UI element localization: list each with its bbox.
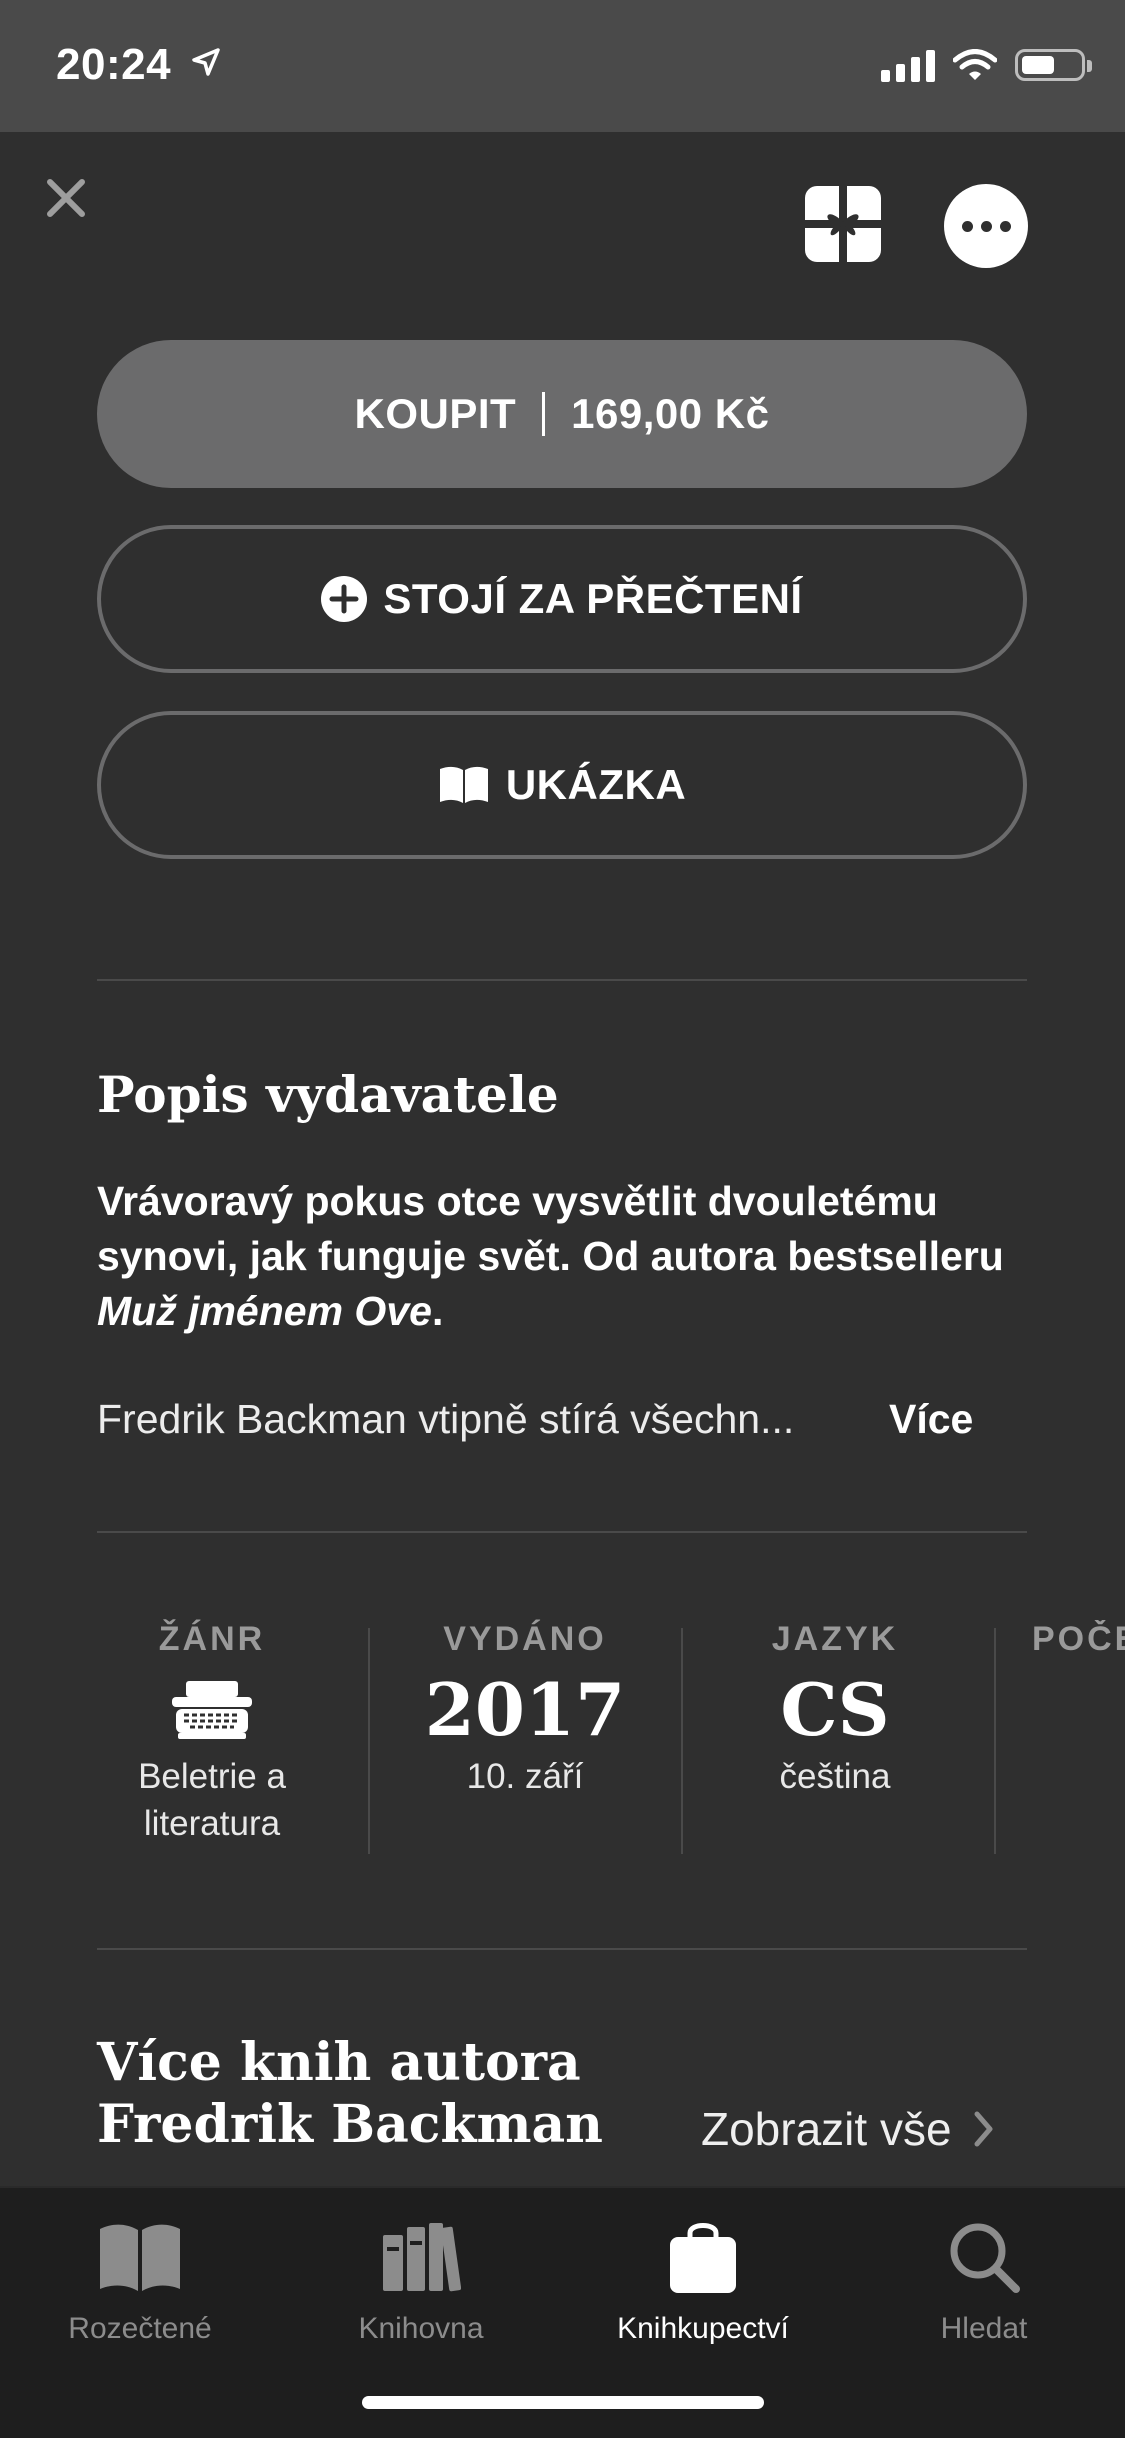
open-book-icon [20,2212,260,2302]
info-separator [994,1628,996,1854]
book-icon [438,765,490,805]
publisher-excerpt: Fredrik Backman vtipně stírá všechn... [97,1396,795,1442]
plus-circle-icon [321,576,368,622]
cellular-signal-icon [881,48,935,82]
summary-text: Vrávoravý pokus otce vysvětlit dvouletém… [97,1178,1004,1279]
info-pages: POČE [1032,1620,1125,1659]
info-released: VYDÁNO 2017 10. září [420,1620,630,1800]
genre-label: ŽÁNR [158,1620,266,1658]
buy-price: 169,00 Kč [571,390,770,437]
more-link[interactable]: Více [889,1396,973,1443]
released-year: 2017 [424,1667,626,1752]
wifi-icon [953,49,997,80]
genre-value-line2: literatura [143,1804,281,1843]
want-to-read-button[interactable]: STOJÍ ZA PŘEČTENÍ [97,525,1027,673]
section-title-more-by-author: Více knih autora Fredrik Backman [97,2032,603,2156]
buy-separator [542,392,546,436]
more-options-button[interactable] [944,184,1028,268]
sample-button[interactable]: UKÁZKA [97,711,1027,859]
summary-end: . [431,1288,444,1334]
want-to-read-label: STOJÍ ZA PŘEČTENÍ [383,575,803,622]
language-label: JAZYK [771,1620,899,1658]
gift-icon[interactable] [803,184,883,264]
chevron-right-icon [974,2111,993,2147]
info-genre: ŽÁNR Beletrie a literatura [112,1620,312,1847]
language-name: čeština [779,1757,891,1796]
released-date: 10. září [466,1757,584,1796]
summary-book-title: Muž jménem Ove [97,1288,432,1334]
tab-label: Rozečtené [68,2312,212,2345]
released-label: VYDÁNO [443,1620,607,1658]
divider [97,1948,1027,1950]
info-language: JAZYK CS čeština [735,1620,935,1800]
battery-icon [1015,49,1092,81]
pages-label: POČE [1032,1620,1125,1658]
tab-label: Knihovna [358,2312,484,2345]
publisher-summary: Vrávoravý pokus otce vysvětlit dvouletém… [97,1174,1047,1339]
language-code: CS [780,1667,890,1752]
author-title-line1: Více knih autora [97,2032,581,2093]
divider [97,979,1027,981]
typewriter-icon [112,1667,312,1753]
tab-reading-now[interactable]: Rozečtené [20,2212,260,2346]
divider [97,1531,1027,1533]
dot [999,220,1011,232]
tab-search[interactable]: Hledat [864,2212,1104,2346]
tab-library[interactable]: Knihovna [301,2212,541,2346]
status-time: 20:24 [56,40,172,89]
show-all-link[interactable]: Zobrazit vše [701,2102,994,2156]
dot [980,220,992,232]
buy-label: KOUPIT [354,390,517,437]
home-indicator[interactable] [362,2396,764,2409]
tab-label: Knihkupectví [617,2312,789,2345]
location-arrow-icon [192,48,220,76]
status-indicators [881,48,1092,82]
section-title-publisher: Popis vydavatele [97,1065,559,1124]
genre-value-line1: Beletrie a [138,1757,286,1796]
buy-button[interactable]: KOUPIT 169,00 Kč [97,340,1027,488]
search-icon [864,2212,1104,2302]
sample-label: UKÁZKA [505,761,687,808]
author-title-line2: Fredrik Backman [97,2094,603,2155]
show-all-label: Zobrazit vše [701,2103,952,2155]
tab-label: Hledat [940,2312,1028,2345]
status-bar: 20:24 [0,0,1125,132]
close-icon[interactable] [40,172,92,224]
tab-book-store[interactable]: Knihkupectví [583,2212,823,2346]
dot [961,220,973,232]
library-icon [301,2212,541,2302]
shopping-bag-icon [583,2212,823,2302]
info-separator [368,1628,370,1854]
info-separator [681,1628,683,1854]
